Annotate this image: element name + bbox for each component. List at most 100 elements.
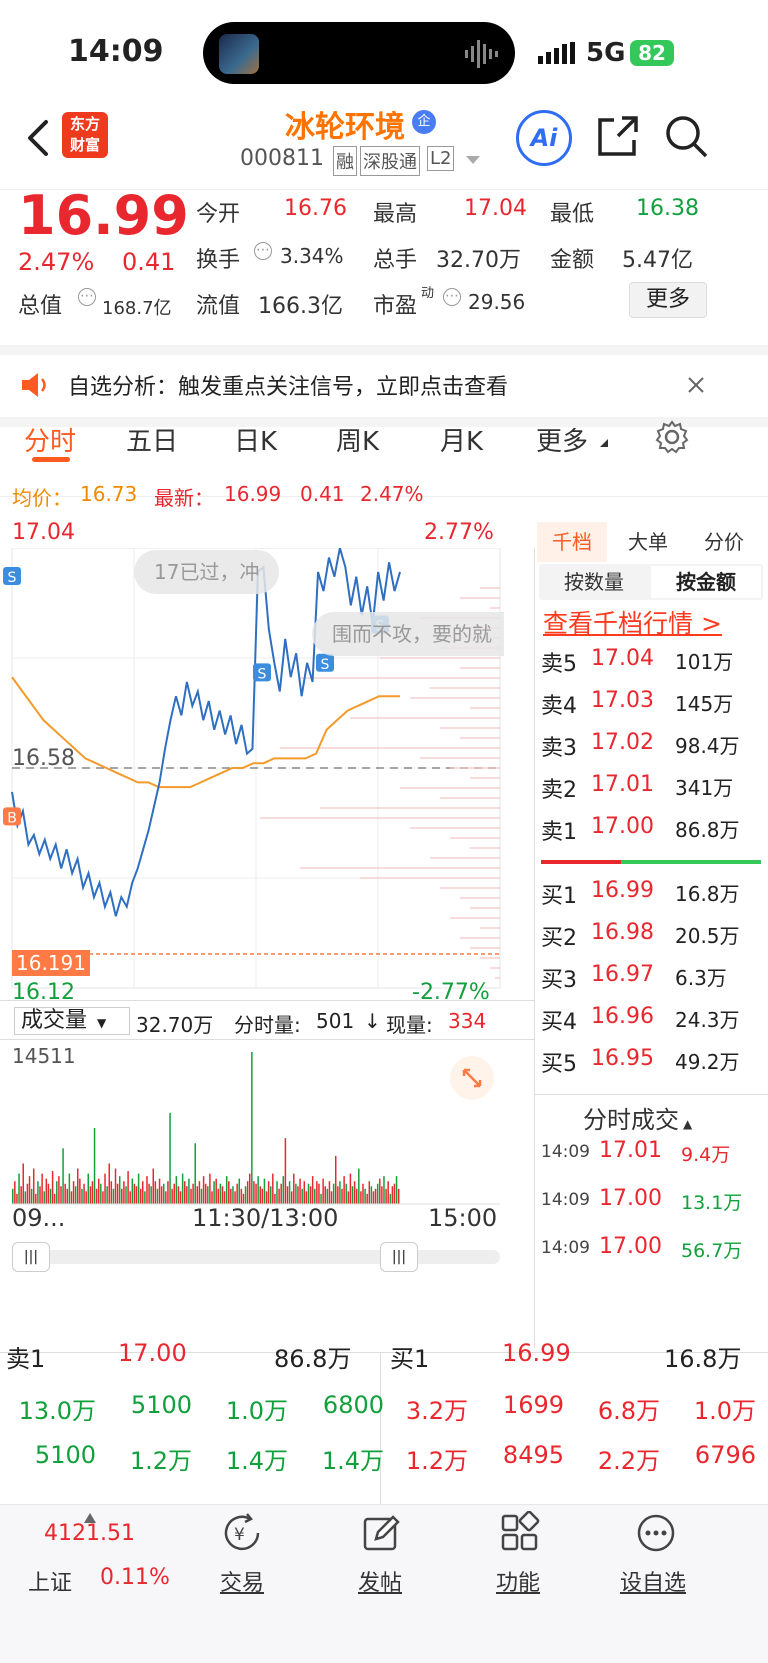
info-icon[interactable]: ⋯	[254, 242, 272, 260]
sell-level-row[interactable]: 卖1 17.00 86.8万	[535, 814, 768, 856]
share-icon[interactable]	[596, 114, 640, 158]
sell-level-row[interactable]: 卖4 17.03 145万	[535, 688, 768, 730]
function-icon[interactable]	[498, 1510, 542, 1555]
sub-tab-by-amount[interactable]: 按金额	[651, 566, 761, 598]
volume-bar	[125, 1186, 127, 1204]
volume-bar	[68, 1173, 71, 1204]
index-name[interactable]: 上证	[28, 1565, 72, 1597]
volume-bar	[137, 1173, 140, 1204]
more-button[interactable]: 更多	[629, 282, 707, 318]
trade-price: 17.00	[599, 1186, 662, 1211]
tab-five-day[interactable]: 五日	[126, 421, 178, 458]
volume-bar	[110, 1181, 113, 1204]
info-icon[interactable]: ⋯	[78, 288, 96, 306]
search-icon[interactable]	[664, 114, 708, 158]
volume-bar	[328, 1181, 331, 1204]
volume-bar	[397, 1188, 400, 1204]
volume-bar	[194, 1143, 196, 1204]
expand-icon[interactable]	[450, 1056, 494, 1100]
ai-button[interactable]: Ai	[516, 110, 572, 166]
last-value: 16.99	[224, 482, 282, 506]
volume-bar	[129, 1191, 131, 1204]
tab-more[interactable]: 更多	[536, 421, 588, 458]
volume-bar	[24, 1191, 27, 1204]
divider	[535, 1094, 768, 1095]
nav-function[interactable]: 功能	[496, 1565, 540, 1597]
tab-daily-k[interactable]: 日K	[234, 421, 277, 458]
thousand-levels-link[interactable]: 查看千档行情 >	[543, 604, 722, 640]
avg-label: 均价：	[12, 486, 72, 510]
back-icon[interactable]	[22, 118, 52, 158]
post-icon[interactable]	[360, 1511, 404, 1555]
volume-bar	[324, 1186, 326, 1204]
tab-large-orders[interactable]: 大单	[613, 522, 683, 562]
range-handle-right[interactable]: |||	[380, 1242, 418, 1272]
volume-bar	[118, 1176, 121, 1204]
comment-bubble-1[interactable]: 17已过，冲	[134, 550, 280, 594]
buy-level-row[interactable]: 买2 16.98 20.5万	[535, 920, 768, 962]
volume-bar	[196, 1186, 199, 1204]
volume-bar	[144, 1191, 146, 1204]
queue-buy-amount: 16.8万	[664, 1345, 742, 1373]
queue-cell: 1.0万	[693, 1397, 756, 1425]
tab-intraday[interactable]: 分时	[24, 421, 76, 458]
comment-bubble-2[interactable]: 围而不攻，要的就	[312, 612, 504, 656]
index-change[interactable]: 0.11%	[100, 1565, 170, 1590]
trade-icon[interactable]: ¥	[220, 1511, 264, 1555]
sell-level-price: 17.00	[591, 814, 654, 839]
volume-selector[interactable]: 成交量 ▼	[14, 1007, 130, 1035]
amount-value: 5.47亿	[622, 248, 693, 273]
nav-add-watchlist[interactable]: 设自选	[620, 1565, 686, 1597]
tab-weekly-k[interactable]: 周K	[336, 421, 379, 458]
sub-tab-by-count[interactable]: 按数量	[541, 566, 647, 598]
speaker-icon	[22, 373, 46, 397]
notice-bar[interactable]: 自选分析：触发重点关注信号，立即点击查看	[0, 355, 768, 427]
volume-bar	[213, 1181, 215, 1204]
sell-level-row[interactable]: 卖5 17.04 101万	[535, 646, 768, 688]
y-label-right-top: 2.77%	[424, 520, 494, 545]
volume-bar	[91, 1181, 94, 1204]
watchlist-icon[interactable]	[634, 1511, 678, 1555]
volume-bar	[215, 1178, 217, 1204]
range-scrollbar[interactable]	[12, 1250, 500, 1264]
buy-level-row[interactable]: 买4 16.96 24.3万	[535, 1004, 768, 1046]
nav-post[interactable]: 发帖	[358, 1565, 402, 1597]
volume-bar	[112, 1188, 115, 1204]
volume-bar	[37, 1181, 39, 1204]
range-handle-left[interactable]: |||	[12, 1242, 50, 1272]
tab-price-split[interactable]: 分价	[689, 522, 759, 562]
index-value[interactable]: 4121.51	[44, 1521, 135, 1546]
volume-bar	[95, 1188, 98, 1204]
gear-icon[interactable]	[654, 419, 690, 455]
trades-title[interactable]: 分时成交 ▲	[583, 1100, 692, 1135]
buy-level-row[interactable]: 买5 16.95 49.2万	[535, 1046, 768, 1088]
chevron-down-icon[interactable]	[466, 154, 480, 164]
close-icon[interactable]	[686, 375, 706, 395]
volume-bar	[183, 1181, 186, 1204]
volume-bar	[64, 1183, 66, 1204]
volume-bar	[391, 1186, 394, 1204]
volume-bar	[32, 1168, 35, 1204]
volume-bar	[165, 1191, 167, 1204]
volume-bar	[209, 1173, 211, 1204]
volume-bar	[45, 1178, 48, 1204]
buy-level-row[interactable]: 买1 16.99 16.8万	[535, 878, 768, 920]
sell-level-row[interactable]: 卖2 17.01 341万	[535, 772, 768, 814]
volume-bar	[347, 1191, 350, 1204]
change-value: 0.41	[122, 248, 176, 276]
volume-bar	[238, 1178, 241, 1204]
sell-level-row[interactable]: 卖3 17.02 98.4万	[535, 730, 768, 772]
tab-thousand-levels[interactable]: 千档	[537, 522, 607, 562]
trade-signal-text: B	[7, 810, 17, 826]
volume-bar	[322, 1178, 324, 1204]
buy-level-price: 16.95	[591, 1046, 654, 1071]
price-line	[11, 548, 401, 917]
intraday-chart[interactable]: SSSSB 17.04 2.77% 16.58 16.12 -2.77% 16.…	[0, 520, 534, 1348]
tab-monthly-k[interactable]: 月K	[440, 421, 483, 458]
buy-level-row[interactable]: 买3 16.97 6.3万	[535, 962, 768, 1004]
nav-trade[interactable]: 交易	[220, 1565, 264, 1597]
info-icon[interactable]: ⋯	[443, 288, 461, 306]
volume-bar	[150, 1186, 152, 1204]
volume-bar	[16, 1193, 18, 1204]
side-tabs: 千档 大单 分价	[535, 520, 768, 564]
